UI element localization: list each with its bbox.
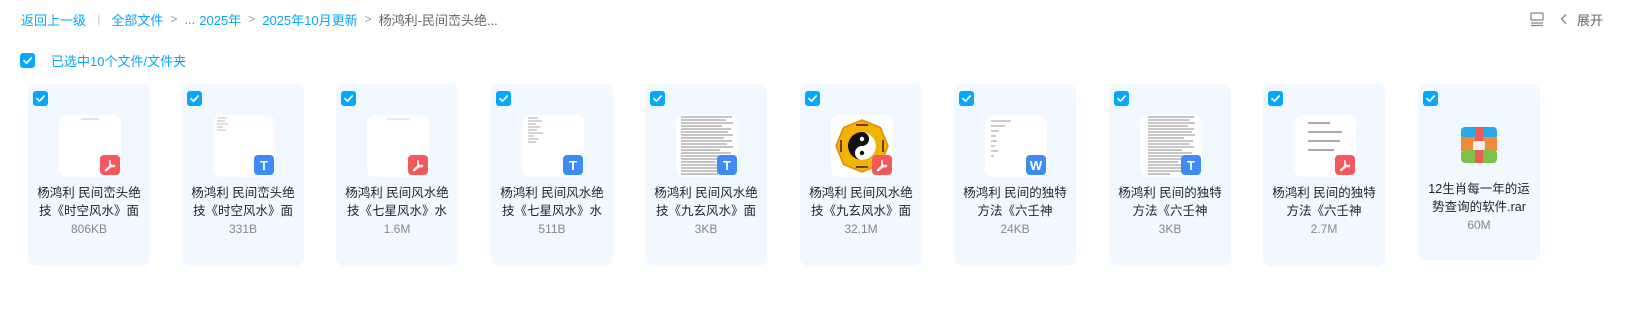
check-icon: [36, 95, 46, 103]
file-name: 杨鸿利 民间风水绝技《七星风水》水: [500, 186, 604, 218]
file-card[interactable]: T 杨鸿利 民间峦头绝技《时空风水》面 331B: [182, 84, 304, 266]
file-checkbox[interactable]: [187, 91, 202, 106]
pdf-icon: [408, 155, 428, 175]
file-checkbox[interactable]: [496, 91, 511, 106]
check-icon: [23, 56, 33, 64]
text-file-icon: T: [254, 155, 274, 175]
check-icon: [1426, 95, 1436, 103]
archive-icon: [1461, 127, 1497, 163]
file-name: 杨鸿利 民间的独特方法《六壬神: [963, 186, 1067, 218]
file-checkbox[interactable]: [805, 91, 820, 106]
breadcrumb-divider: |: [97, 11, 101, 27]
file-name: 杨鸿利 民间的独特方法《六壬神: [1272, 186, 1376, 218]
check-icon: [1271, 95, 1281, 103]
breadcrumb-current: 杨鸿利-民间峦头绝...: [378, 12, 498, 28]
file-card[interactable]: T 杨鸿利 民间风水绝技《九玄风水》面 3KB: [645, 84, 767, 266]
file-checkbox[interactable]: [1268, 91, 1283, 106]
file-name: 杨鸿利 民间风水绝技《九玄风水》面: [654, 186, 758, 218]
file-name: 杨鸿利 民间的独特方法《六壬神: [1118, 186, 1222, 218]
back-link[interactable]: 返回上一级: [21, 10, 86, 29]
chevron-left-icon[interactable]: [1559, 13, 1569, 25]
file-checkbox[interactable]: [650, 91, 665, 106]
file-checkbox[interactable]: [959, 91, 974, 106]
file-card[interactable]: T 杨鸿利 民间风水绝技《七星风水》水 511B: [491, 84, 613, 266]
check-icon: [190, 95, 200, 103]
file-card[interactable]: 杨鸿利 民间风水绝技《九玄风水》面 32.1M: [800, 84, 922, 266]
file-card[interactable]: 12生肖每一年的运势查询的软件.rar 60M: [1418, 84, 1540, 260]
file-size: 24KB: [1000, 222, 1030, 236]
check-icon: [962, 95, 972, 103]
breadcrumb-separator-icon: >: [170, 12, 178, 26]
file-checkbox[interactable]: [33, 91, 48, 106]
file-size: 3KB: [1158, 222, 1182, 236]
pdf-icon: [872, 155, 892, 175]
view-controls: 展开: [1529, 10, 1603, 28]
file-card[interactable]: 杨鸿利 民间的独特方法《六壬神 2.7M: [1263, 84, 1385, 266]
file-size: 1.6M: [383, 222, 411, 236]
file-name: 杨鸿利 民间峦头绝技《时空风水》面: [191, 186, 295, 218]
selection-count-label: 已选中10个文件/文件夹: [51, 53, 187, 69]
text-file-icon: T: [1181, 155, 1201, 175]
breadcrumb-year[interactable]: 2025年: [199, 10, 241, 29]
file-size: 331B: [228, 222, 258, 236]
select-all-checkbox[interactable]: [20, 52, 35, 68]
check-icon: [653, 95, 663, 103]
file-card[interactable]: W 杨鸿利 民间的独特方法《六壬神 24KB: [954, 84, 1076, 266]
breadcrumb-ellipsis[interactable]: ...: [184, 12, 195, 27]
file-name: 杨鸿利 民间峦头绝技《时空风水》面: [37, 186, 141, 218]
file-name: 杨鸿利 民间风水绝技《七星风水》水: [345, 186, 449, 218]
text-file-icon: T: [717, 155, 737, 175]
file-card[interactable]: 杨鸿利 民间峦头绝技《时空风水》面 806KB: [28, 84, 150, 266]
file-card[interactable]: T 杨鸿利 民间的独特方法《六壬神 3KB: [1109, 84, 1231, 266]
file-card[interactable]: 杨鸿利 民间风水绝技《七星风水》水 1.6M: [336, 84, 458, 266]
word-icon: W: [1026, 155, 1046, 175]
breadcrumb-all-files[interactable]: 全部文件: [111, 10, 163, 29]
file-checkbox[interactable]: [1114, 91, 1129, 106]
breadcrumb-separator-icon: >: [248, 12, 256, 26]
breadcrumb: 返回上一级 | 全部文件 > ... 2025年 > 2025年10月更新 > …: [21, 10, 498, 28]
expand-button[interactable]: 展开: [1577, 10, 1603, 29]
text-file-icon: T: [563, 155, 583, 175]
file-size: 806KB: [70, 222, 108, 236]
selection-bar: 已选中10个文件/文件夹: [20, 52, 187, 69]
file-checkbox[interactable]: [1423, 91, 1438, 106]
file-size: 32.1M: [844, 222, 878, 236]
file-name: 杨鸿利 民间风水绝技《九玄风水》面: [809, 186, 913, 218]
file-size: 2.7M: [1310, 222, 1338, 236]
pdf-icon: [1335, 155, 1355, 175]
list-view-icon[interactable]: [1529, 11, 1545, 27]
file-name: 12生肖每一年的运势查询的软件.rar: [1428, 182, 1530, 214]
check-icon: [808, 95, 818, 103]
file-size: 60M: [1467, 218, 1491, 232]
check-icon: [344, 95, 354, 103]
breadcrumb-separator-icon: >: [364, 12, 372, 26]
breadcrumb-month[interactable]: 2025年10月更新: [262, 10, 357, 29]
file-checkbox[interactable]: [341, 91, 356, 106]
check-icon: [499, 95, 509, 103]
pdf-icon: [100, 155, 120, 175]
file-size: 3KB: [694, 222, 718, 236]
file-size: 511B: [538, 222, 566, 236]
check-icon: [1117, 95, 1127, 103]
